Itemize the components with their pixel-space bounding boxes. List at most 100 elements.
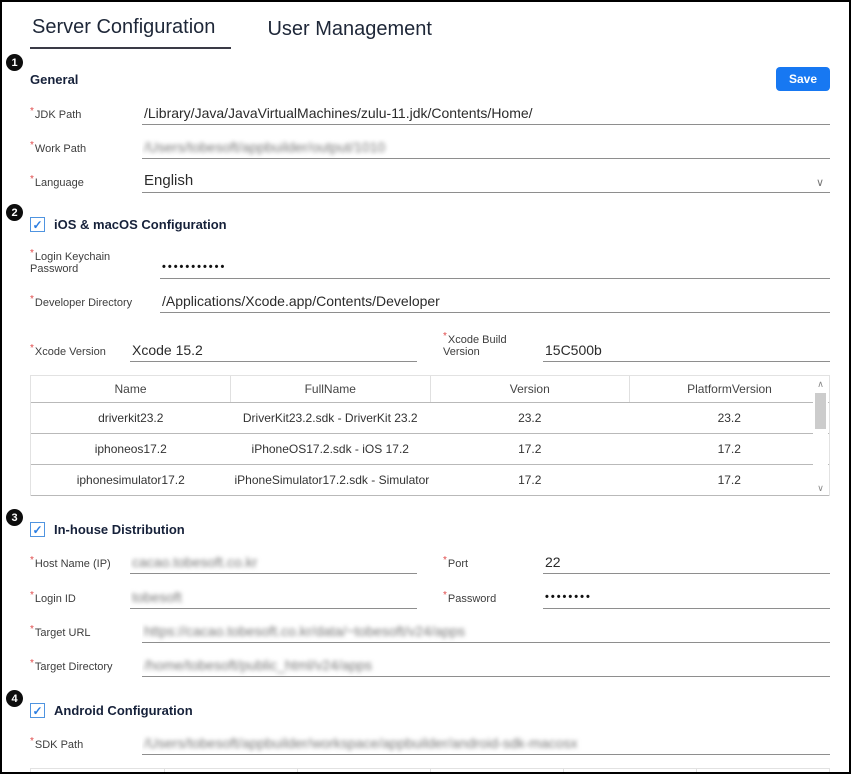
android-sdk-table-wrap: IDNameTypeAPI LevelRevisionsTag/ABIs and…	[30, 768, 830, 774]
table-cell: 17.2	[430, 434, 630, 465]
column-header: API Level	[430, 769, 563, 774]
server-configuration-window: Server Configuration User Management 1 G…	[0, 0, 851, 774]
android-sdk-table-header-row: IDNameTypeAPI LevelRevisionsTag/ABIs	[31, 769, 829, 774]
checkmark-icon: ✓	[32, 705, 42, 717]
section-general: 1 General Save JDK Path /Library/Java/Ja…	[30, 67, 830, 193]
target-directory-label: Target Directory	[30, 658, 142, 677]
target-directory-input[interactable]: /home/tobesoft/public_html/v24/apps	[142, 656, 830, 677]
table-row[interactable]: iphonesimulator17.2iPhoneSimulator17.2.s…	[31, 465, 829, 496]
host-port-row: Host Name (IP) cacao.tobesoft.co.kr Port…	[30, 553, 830, 574]
field-jdk-path: JDK Path /Library/Java/JavaVirtualMachin…	[30, 104, 830, 125]
field-host-name: Host Name (IP) cacao.tobesoft.co.kr	[30, 553, 417, 574]
field-sdk-path: SDK Path /Users/tobesoft/appbuilder/work…	[30, 734, 830, 755]
developer-directory-label: Developer Directory	[30, 294, 160, 313]
table-cell: 23.2	[430, 403, 630, 434]
section-title-ios: iOS & macOS Configuration	[54, 217, 227, 232]
work-path-input[interactable]: /Users/tobesoft/appbuilder/output/1010	[142, 138, 830, 159]
section-title-general: General	[30, 72, 78, 87]
xcode-version-label: Xcode Version	[30, 343, 130, 362]
column-header: FullName	[231, 376, 431, 403]
table-cell: 17.2	[630, 465, 830, 496]
table-cell: iPhoneSimulator17.2.sdk - Simulator - iC	[231, 465, 431, 496]
developer-directory-input[interactable]: /Applications/Xcode.app/Contents/Develop…	[160, 292, 830, 313]
table-cell: DriverKit23.2.sdk - DriverKit 23.2	[231, 403, 431, 434]
keychain-password-input[interactable]: •••••••••••	[160, 258, 830, 279]
language-label: Language	[30, 174, 142, 193]
android-section-checkbox[interactable]: ✓	[30, 703, 45, 718]
inhouse-section-checkbox[interactable]: ✓	[30, 522, 45, 537]
table-row[interactable]: driverkit23.2DriverKit23.2.sdk - DriverK…	[31, 403, 829, 434]
xcode-version-input[interactable]: Xcode 15.2	[130, 341, 417, 362]
field-language: Language English∨	[30, 172, 830, 193]
login-id-input[interactable]: tobesoft	[130, 588, 417, 609]
ios-sdk-table-header-row: NameFullNameVersionPlatformVersion	[31, 376, 829, 403]
xcode-version-row: Xcode Version Xcode 15.2 Xcode Build Ver…	[30, 331, 830, 362]
step-badge-2: 2	[6, 204, 23, 221]
login-password-row: Login ID tobesoft Password ••••••••	[30, 588, 830, 609]
table-row[interactable]: iphoneos17.2iPhoneOS17.2.sdk - iOS 17.21…	[31, 434, 829, 465]
save-button[interactable]: Save	[776, 67, 830, 91]
keychain-password-label: Login Keychain Password	[30, 248, 160, 279]
table-cell: iPhoneOS17.2.sdk - iOS 17.2	[231, 434, 431, 465]
tab-bar: Server Configuration User Management	[30, 12, 830, 49]
scroll-down-icon[interactable]: ∨	[817, 483, 824, 493]
section-inhouse: 3 ✓ In-house Distribution Host Name (IP)…	[30, 522, 830, 677]
column-header: ID	[31, 769, 164, 774]
field-target-url: Target URL https://cacao.tobesoft.co.kr/…	[30, 622, 830, 643]
target-url-label: Target URL	[30, 624, 142, 643]
ios-sdk-table: NameFullNameVersionPlatformVersion drive…	[31, 376, 829, 496]
android-sdk-table: IDNameTypeAPI LevelRevisionsTag/ABIs and…	[31, 769, 829, 774]
xcode-build-version-input[interactable]: 15C500b	[543, 341, 830, 362]
column-header: PlatformVersion	[630, 376, 830, 403]
column-header: Name	[164, 769, 297, 774]
field-password: Password ••••••••	[443, 588, 830, 609]
xcode-build-version-label: Xcode Build Version	[443, 331, 543, 362]
checkmark-icon: ✓	[32, 524, 42, 536]
field-target-directory: Target Directory /home/tobesoft/public_h…	[30, 656, 830, 677]
scroll-up-icon[interactable]: ∧	[817, 379, 824, 389]
column-header: Revisions	[563, 769, 696, 774]
section-title-inhouse: In-house Distribution	[54, 522, 185, 537]
scrollbar-thumb[interactable]	[815, 393, 826, 429]
column-header: Name	[31, 376, 231, 403]
ios-sdk-table-wrap: NameFullNameVersionPlatformVersion drive…	[30, 375, 830, 496]
password-input[interactable]: ••••••••	[543, 588, 830, 609]
jdk-path-input[interactable]: /Library/Java/JavaVirtualMachines/zulu-1…	[142, 104, 830, 125]
table-cell: iphonesimulator17.2	[31, 465, 231, 496]
target-url-input[interactable]: https://cacao.tobesoft.co.kr/data/~tobes…	[142, 622, 830, 643]
port-label: Port	[443, 555, 543, 574]
host-name-label: Host Name (IP)	[30, 555, 130, 574]
port-input[interactable]: 22	[543, 553, 830, 574]
field-developer-directory: Developer Directory /Applications/Xcode.…	[30, 292, 830, 313]
vertical-scrollbar[interactable]: ∧ ∨	[813, 379, 828, 493]
table-cell: iphoneos17.2	[31, 434, 231, 465]
tab-server-configuration[interactable]: Server Configuration	[30, 12, 231, 49]
work-path-label: Work Path	[30, 140, 142, 159]
step-badge-3: 3	[6, 509, 23, 526]
field-work-path: Work Path /Users/tobesoft/appbuilder/out…	[30, 138, 830, 159]
field-keychain-password: Login Keychain Password •••••••••••	[30, 248, 830, 279]
sdk-path-input[interactable]: /Users/tobesoft/appbuilder/workspace/app…	[142, 734, 830, 755]
table-cell: 17.2	[430, 465, 630, 496]
language-select[interactable]: English∨	[142, 172, 830, 193]
table-cell: 17.2	[630, 434, 830, 465]
table-cell: 23.2	[630, 403, 830, 434]
section-android: 4 ✓ Android Configuration SDK Path /User…	[30, 703, 830, 774]
host-name-input[interactable]: cacao.tobesoft.co.kr	[130, 553, 417, 574]
password-label: Password	[443, 590, 543, 609]
section-ios-macos: 2 ✓ iOS & macOS Configuration Login Keyc…	[30, 217, 830, 496]
column-header: Tag/ABIs	[696, 769, 829, 774]
checkmark-icon: ✓	[32, 219, 42, 231]
column-header: Type	[297, 769, 430, 774]
table-cell: driverkit23.2	[31, 403, 231, 434]
chevron-down-icon: ∨	[816, 176, 828, 189]
tab-user-management[interactable]: User Management	[265, 14, 434, 49]
field-xcode-version: Xcode Version Xcode 15.2	[30, 331, 417, 362]
ios-section-checkbox[interactable]: ✓	[30, 217, 45, 232]
step-badge-4: 4	[6, 690, 23, 707]
jdk-path-label: JDK Path	[30, 106, 142, 125]
field-port: Port 22	[443, 553, 830, 574]
column-header: Version	[430, 376, 630, 403]
login-id-label: Login ID	[30, 590, 130, 609]
step-badge-1: 1	[6, 54, 23, 71]
